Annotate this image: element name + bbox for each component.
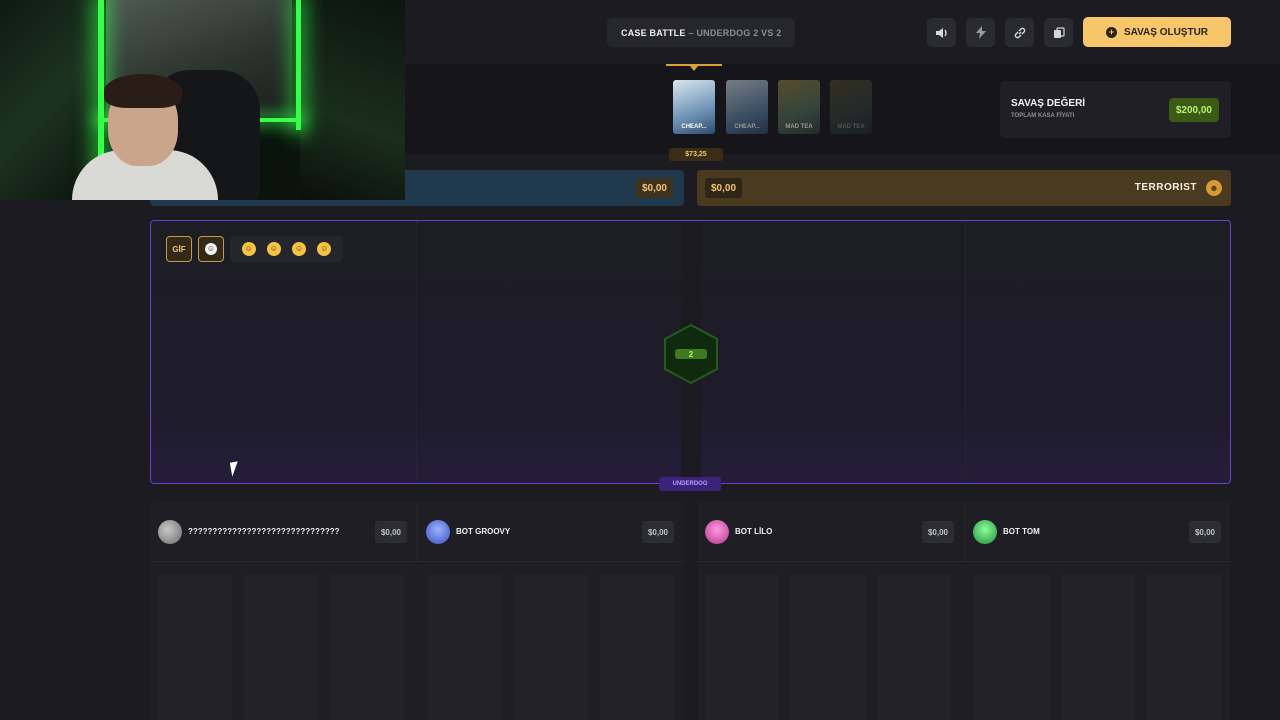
case-item[interactable]: MAD TEA <box>778 80 820 134</box>
battle-title: CASE BATTLE <box>621 27 686 38</box>
emoji-bar: ☺ ☺ ☺ ☺ <box>230 236 343 262</box>
item-slot <box>1061 690 1135 720</box>
case-item[interactable]: CHEAP... <box>673 80 715 134</box>
hugging-emoji-icon[interactable]: ☺ <box>241 242 256 256</box>
player-value: $0,00 <box>921 521 954 543</box>
item-slot <box>244 690 318 720</box>
item-slot <box>514 690 588 720</box>
smile-icon: ☺ <box>205 243 217 255</box>
webcam-wall <box>300 0 405 200</box>
battle-mode: – UNDERDOG 2 VS 2 <box>688 27 782 38</box>
battle-value-box: SAVAŞ DEĞERİ TOPLAM KASA FİYATI $200,00 <box>1000 81 1231 138</box>
item-slot <box>975 690 1049 720</box>
case-item[interactable]: CHEAP... <box>726 80 768 134</box>
bot-avatar <box>426 520 450 544</box>
player-card: BOT LİLO $0,00 <box>697 502 964 562</box>
players-area: ??????????????????????????????? $0,00 BO… <box>150 502 1231 720</box>
item-slot <box>705 690 779 720</box>
player-name: BOT TOM <box>1003 527 1040 536</box>
case-price: $73,25 <box>669 148 723 161</box>
sound-button[interactable] <box>927 18 956 47</box>
team-right-players: BOT LİLO $0,00 BOT TOM $0,00 <box>697 502 1231 720</box>
emoji-toggle-button[interactable]: ☺ <box>198 236 224 262</box>
item-slot <box>1147 574 1221 694</box>
item-slot <box>600 574 674 694</box>
battle-title-pill: CASE BATTLE – UNDERDOG 2 VS 2 <box>607 18 796 47</box>
column-divider <box>965 221 966 483</box>
team-left-players: ??????????????????????????????? $0,00 BO… <box>150 502 684 720</box>
create-battle-label: SAVAŞ OLUŞTUR <box>1123 26 1209 38</box>
mode-tag: UNDERDOG <box>659 477 721 491</box>
player-card: ??????????????????????????????? $0,00 <box>150 502 417 562</box>
player-name: ??????????????????????????????? <box>188 527 340 536</box>
item-slot <box>158 574 232 694</box>
item-slot <box>158 690 232 720</box>
item-slot <box>600 690 674 720</box>
gif-button[interactable]: GİF <box>166 236 192 262</box>
player-name: BOT GROOVY <box>456 527 511 536</box>
item-slot <box>514 574 588 694</box>
item-slot <box>428 690 502 720</box>
grimace-emoji-icon[interactable]: ☺ <box>266 242 281 256</box>
item-slot <box>1061 574 1135 694</box>
copy-button[interactable] <box>1044 18 1073 47</box>
plus-circle-icon: + <box>1105 26 1117 38</box>
share-link-button[interactable] <box>1005 18 1034 47</box>
create-battle-button[interactable]: + SAVAŞ OLUŞTUR <box>1083 17 1231 47</box>
item-slot <box>1147 690 1221 720</box>
streamer-hair <box>104 74 182 108</box>
player-value: $0,00 <box>374 521 407 543</box>
item-slot <box>330 690 404 720</box>
volume-icon <box>936 27 947 38</box>
team-terrorist-bar: $0,00 TERRORIST ☻ <box>697 170 1231 206</box>
item-slot <box>877 574 951 694</box>
copy-icon <box>1053 26 1065 38</box>
item-slot <box>705 574 779 694</box>
player-value: $0,00 <box>641 521 674 543</box>
item-slot <box>791 690 865 720</box>
battle-arena: GİF ☺ ☺ ☺ ☺ ☺ 2 <box>150 220 1231 484</box>
item-slot <box>330 574 404 694</box>
battle-value-amount: $200,00 <box>1168 98 1219 122</box>
heart-eyes-emoji-icon[interactable]: ☺ <box>292 242 307 256</box>
item-slot <box>791 574 865 694</box>
link-icon <box>1014 27 1025 38</box>
battle-value-title: SAVAŞ DEĞERİ <box>1011 98 1086 109</box>
player-name: BOT LİLO <box>735 527 773 536</box>
player-card: BOT TOM $0,00 <box>964 502 1231 562</box>
fast-mode-button[interactable] <box>966 18 995 47</box>
lightning-icon <box>975 26 986 39</box>
bot-avatar <box>973 520 997 544</box>
column-divider <box>416 221 417 483</box>
wink-emoji-icon[interactable]: ☺ <box>317 242 332 256</box>
webcam-overlay <box>0 0 405 200</box>
round-number: 2 <box>689 350 694 359</box>
battle-value-subtitle: TOPLAM KASA FİYATI <box>1011 113 1075 119</box>
player-value: $0,00 <box>1188 521 1221 543</box>
current-case-marker <box>666 64 722 71</box>
terrorist-badge-icon: ☻ <box>1206 180 1222 196</box>
led-strip <box>296 0 301 130</box>
bot-avatar <box>705 520 729 544</box>
round-indicator: 2 <box>664 324 718 384</box>
item-slot <box>975 574 1049 694</box>
player-card: BOT GROOVY $0,00 <box>417 502 684 562</box>
case-item[interactable]: MAD TEA <box>830 80 872 134</box>
item-slot <box>244 574 318 694</box>
team-t-name: TERRORIST <box>1134 182 1197 193</box>
team-ct-amount: $0,00 <box>635 178 673 198</box>
item-slot <box>877 690 951 720</box>
team-t-amount: $0,00 <box>705 178 743 198</box>
item-slot <box>428 574 502 694</box>
avatar[interactable] <box>158 520 182 544</box>
